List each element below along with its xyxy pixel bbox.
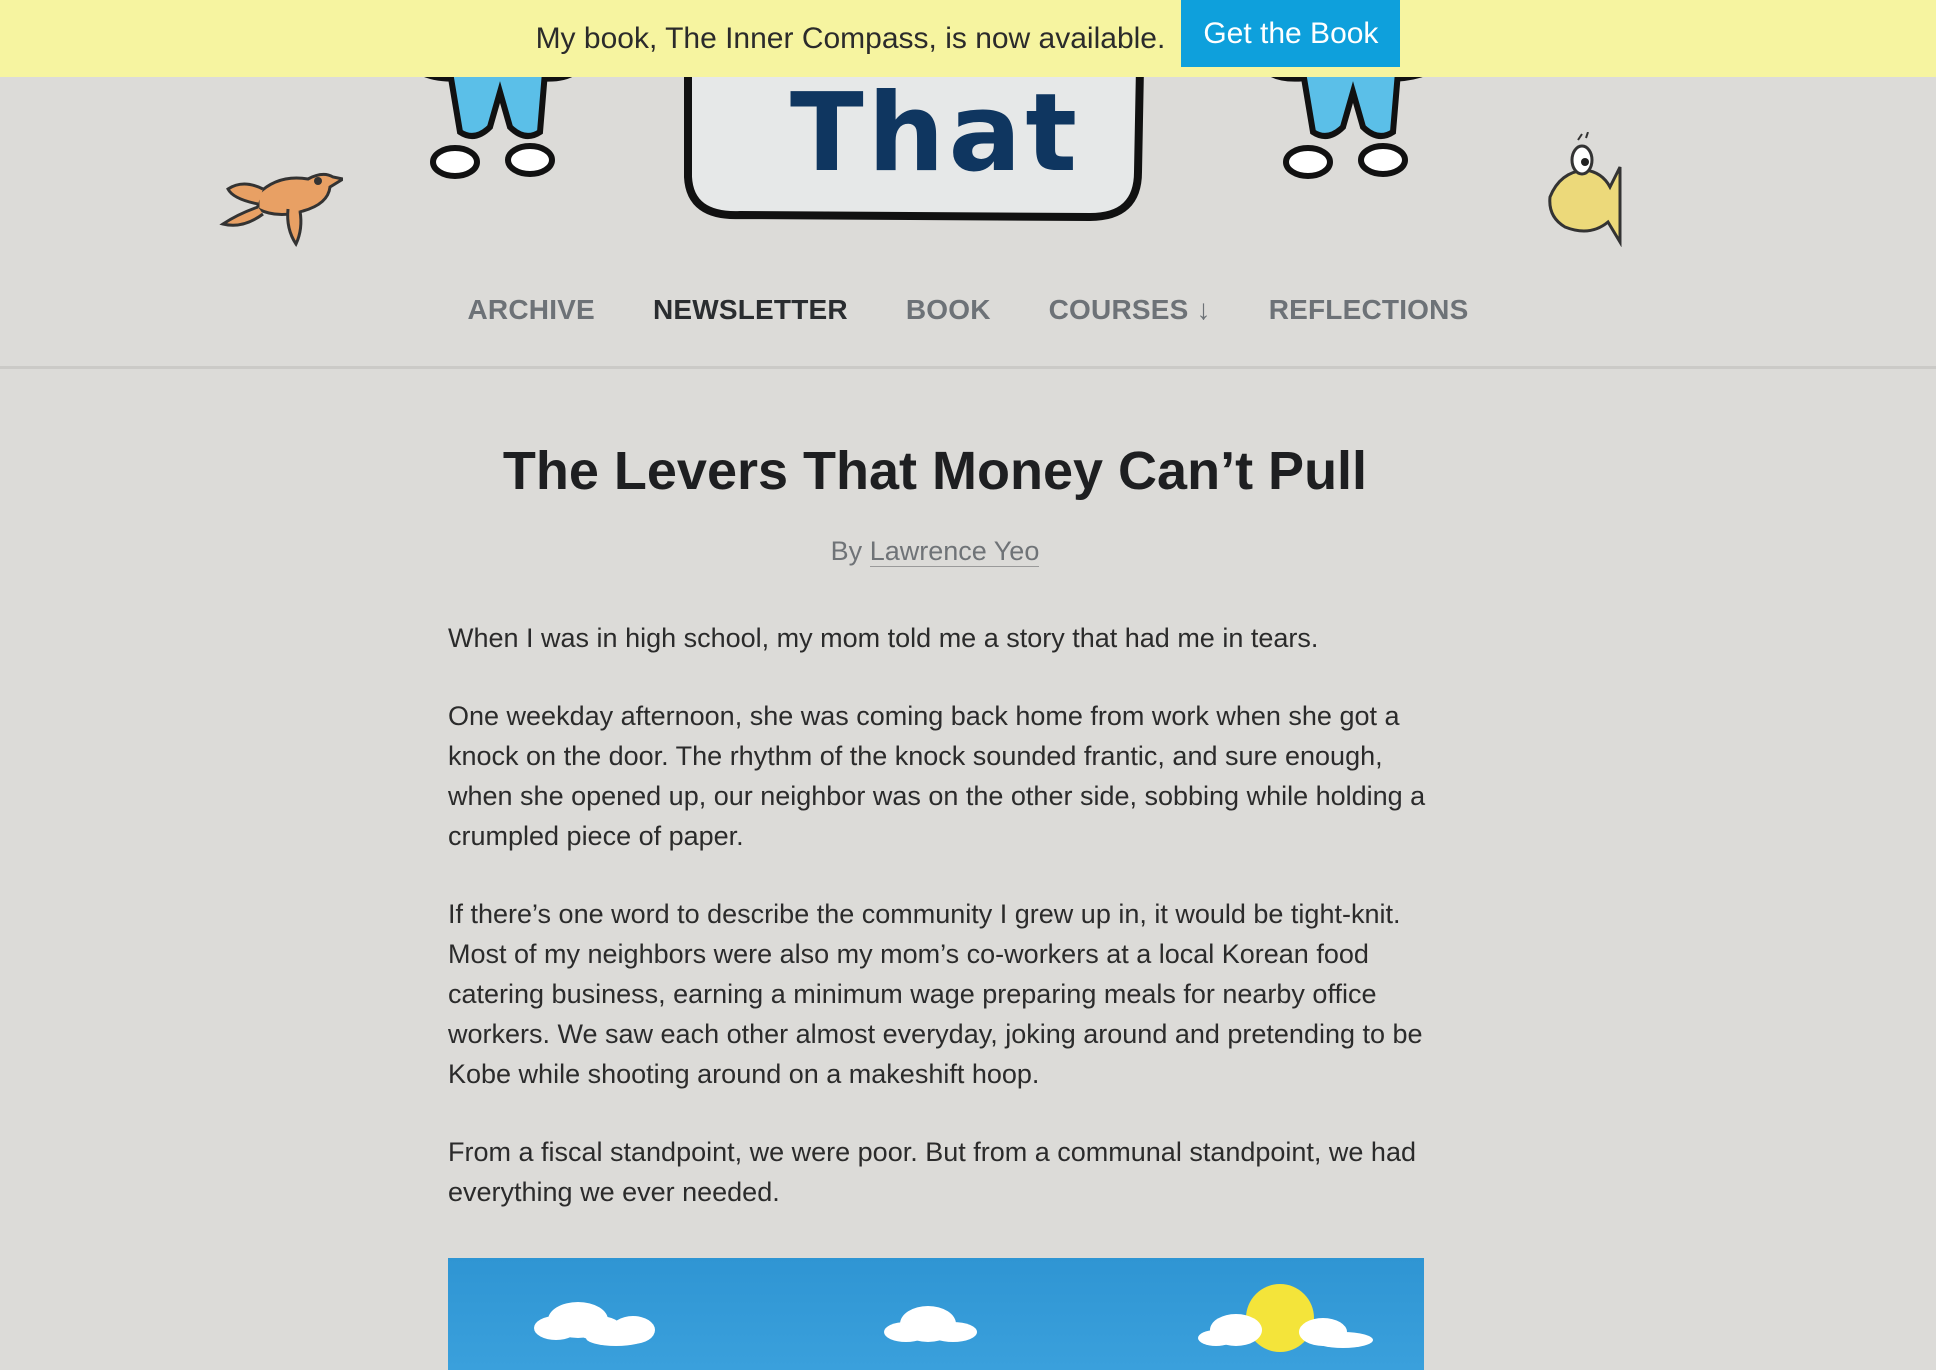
nav-courses-dropdown[interactable]: COURSES ↓ (1049, 294, 1211, 326)
cloud-left (534, 1302, 655, 1346)
cartoon-figure-left (418, 72, 577, 179)
article-paragraph: One weekday afternoon, she was coming ba… (448, 701, 1426, 851)
cloud-middle (884, 1306, 977, 1342)
nav-book[interactable]: BOOK (906, 294, 991, 326)
get-the-book-button[interactable]: Get the Book (1181, 0, 1401, 67)
author-link[interactable]: Lawrence Yeo (869, 536, 1040, 567)
nav-newsletter[interactable]: NEWSLETTER (653, 294, 848, 326)
nav-divider (0, 366, 1936, 369)
main-nav: ARCHIVE NEWSLETTER BOOK COURSES ↓ REFLEC… (0, 285, 1936, 335)
cartoon-figure-right (1266, 72, 1430, 179)
logo-text: That (790, 71, 1082, 196)
article-paragraph: If there’s one word to describe the comm… (448, 899, 1423, 1089)
sky-illustration (534, 1284, 1373, 1352)
article-title: The Levers That Money Can’t Pull (502, 441, 1368, 501)
nav-archive[interactable]: ARCHIVE (468, 294, 595, 326)
article-paragraph: From a fiscal standpoint, we were poor. … (448, 1137, 1416, 1207)
nav-reflections[interactable]: REFLECTIONS (1269, 294, 1469, 326)
fish-icon (1548, 132, 1622, 247)
sun (1246, 1284, 1314, 1352)
byline: By Lawrence Yeo (0, 536, 1870, 567)
article-body: When I was in high school, my mom told m… (448, 618, 1428, 1250)
banner-text: My book, The Inner Compass, is now avail… (535, 21, 1166, 55)
article-paragraph: When I was in high school, my mom told m… (448, 623, 1319, 653)
bird-icon (219, 172, 343, 248)
article-illustration (448, 1258, 1424, 1370)
announcement-banner: My book, The Inner Compass, is now avail… (0, 0, 1936, 77)
byline-prefix: By (830, 536, 863, 566)
header-illustration: That (0, 67, 1936, 257)
